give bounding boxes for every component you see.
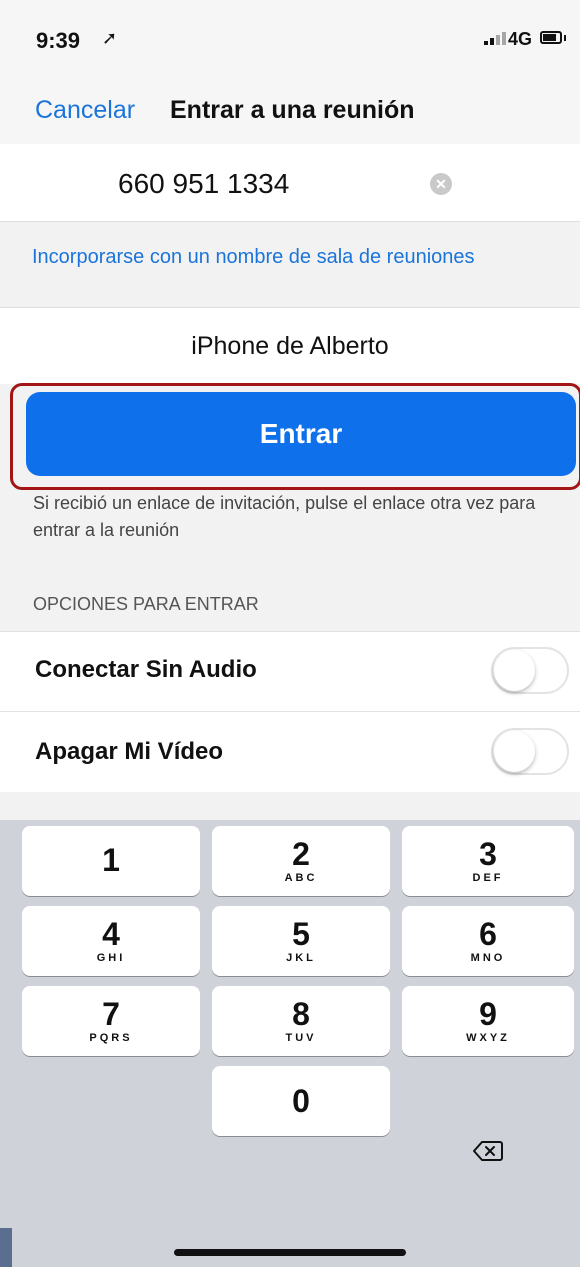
key-3[interactable]: 3 DEF <box>402 826 574 896</box>
key-digit: 9 <box>479 996 497 1032</box>
key-4[interactable]: 4 GHI <box>22 906 200 976</box>
corner-mark <box>0 1228 12 1267</box>
meeting-id-input[interactable]: 660 951 1334 <box>118 168 289 200</box>
key-letters: DEF <box>472 872 504 884</box>
cancel-button[interactable]: Cancelar <box>35 96 135 125</box>
location-arrow-icon: ➚ <box>102 28 118 48</box>
status-time: 9:39 <box>36 28 81 53</box>
signal-icon <box>484 32 506 45</box>
key-1[interactable]: 1 <box>22 826 200 896</box>
key-8[interactable]: 8 TUV <box>212 986 390 1056</box>
key-5[interactable]: 5 JKL <box>212 906 390 976</box>
key-digit: 6 <box>479 916 497 952</box>
page-title: Entrar a una reunión <box>170 96 415 124</box>
key-digit: 0 <box>292 1083 310 1119</box>
key-letters: ABC <box>284 872 318 884</box>
options-header: OPCIONES PARA ENTRAR <box>33 594 259 614</box>
key-letters: MNO <box>470 952 506 964</box>
separator-band <box>0 792 580 820</box>
toggle-knob <box>494 650 535 691</box>
key-letters: TUV <box>285 1032 317 1044</box>
clear-circle-icon[interactable]: ✕ <box>430 173 452 195</box>
key-6[interactable]: 6 MNO <box>402 906 574 976</box>
key-letters: JKL <box>286 952 316 964</box>
key-digit: 2 <box>292 836 310 872</box>
option-label-video-off: Apagar Mi Vídeo <box>35 738 224 765</box>
backspace-icon[interactable] <box>473 1140 503 1162</box>
highlight-outline <box>10 383 580 490</box>
key-digit: 7 <box>102 996 120 1032</box>
key-letters: PQRS <box>89 1032 133 1044</box>
key-0[interactable]: 0 <box>212 1066 390 1136</box>
battery-icon <box>540 31 562 44</box>
key-digit: 4 <box>102 916 120 952</box>
invitation-hint: Si recibió un enlace de invitación, puls… <box>33 493 536 540</box>
key-7[interactable]: 7 PQRS <box>22 986 200 1056</box>
network-label: 4G <box>508 29 533 49</box>
toggle-no-audio[interactable] <box>491 647 569 694</box>
home-indicator[interactable] <box>174 1249 406 1256</box>
battery-tip <box>564 35 566 41</box>
key-letters: GHI <box>96 952 126 964</box>
toggle-knob <box>494 731 535 772</box>
meeting-id-row[interactable] <box>0 144 580 222</box>
key-digit: 5 <box>292 916 310 952</box>
key-digit: 3 <box>479 836 497 872</box>
numeric-keypad: 1 2 ABC 3 DEF 4 GHI 5 JKL 6 MNO 7 PQRS 8… <box>0 820 580 1267</box>
display-name-input[interactable]: iPhone de Alberto <box>0 332 580 361</box>
key-9[interactable]: 9 WXYZ <box>402 986 574 1056</box>
key-digit: 1 <box>102 842 120 878</box>
key-2[interactable]: 2 ABC <box>212 826 390 896</box>
key-letters: WXYZ <box>466 1032 510 1044</box>
join-with-room-name-link[interactable]: Incorporarse con un nombre de sala de re… <box>32 246 475 269</box>
option-label-no-audio: Conectar Sin Audio <box>35 656 257 683</box>
toggle-video-off[interactable] <box>491 728 569 775</box>
key-digit: 8 <box>292 996 310 1032</box>
